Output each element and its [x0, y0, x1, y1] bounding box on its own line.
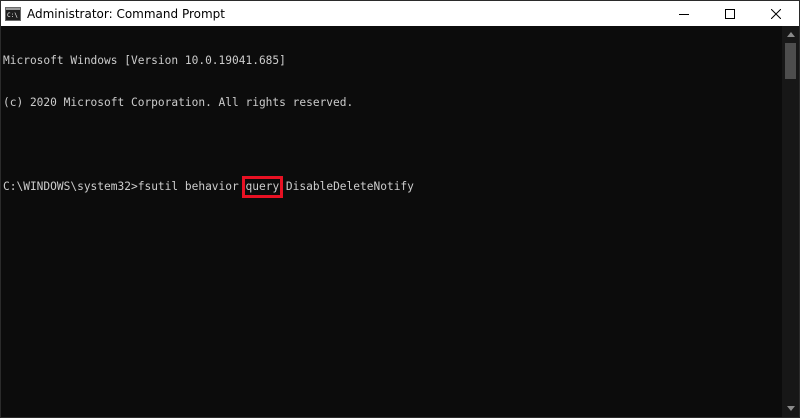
highlighted-query-word: query	[241, 176, 284, 198]
chevron-up-icon	[786, 32, 795, 37]
scroll-thumb[interactable]	[785, 43, 796, 79]
command-text-after: DisableDeleteNotify	[279, 180, 414, 193]
console-output[interactable]: Microsoft Windows [Version 10.0.19041.68…	[1, 26, 782, 417]
svg-text:C:\: C:\	[7, 12, 18, 19]
scroll-up-arrow[interactable]	[782, 26, 799, 43]
command-text-before: fsutil behavior	[137, 180, 246, 193]
caption-buttons	[661, 1, 799, 26]
close-button[interactable]	[753, 1, 799, 26]
scroll-down-arrow[interactable]	[782, 400, 799, 417]
chevron-down-icon	[786, 406, 795, 411]
cmd-icon: C:\	[5, 6, 21, 22]
console-line-copyright: (c) 2020 Microsoft Corporation. All righ…	[3, 96, 354, 109]
minimize-button[interactable]	[661, 1, 707, 26]
maximize-button[interactable]	[707, 1, 753, 26]
command-prompt-path: C:\WINDOWS\system32>	[3, 180, 138, 193]
console-command-line: C:\WINDOWS\system32>fsutil behavior quer…	[3, 176, 782, 198]
minimize-icon	[679, 13, 689, 15]
title-bar[interactable]: C:\ Administrator: Command Prompt	[1, 1, 799, 26]
maximize-icon	[725, 8, 735, 19]
close-icon	[771, 8, 781, 19]
window-title: Administrator: Command Prompt	[27, 6, 225, 21]
vertical-scrollbar[interactable]	[782, 26, 799, 417]
command-prompt-window: C:\ Administrator: Command Prompt Micros…	[0, 0, 800, 418]
console-line-version: Microsoft Windows [Version 10.0.19041.68…	[3, 54, 286, 67]
